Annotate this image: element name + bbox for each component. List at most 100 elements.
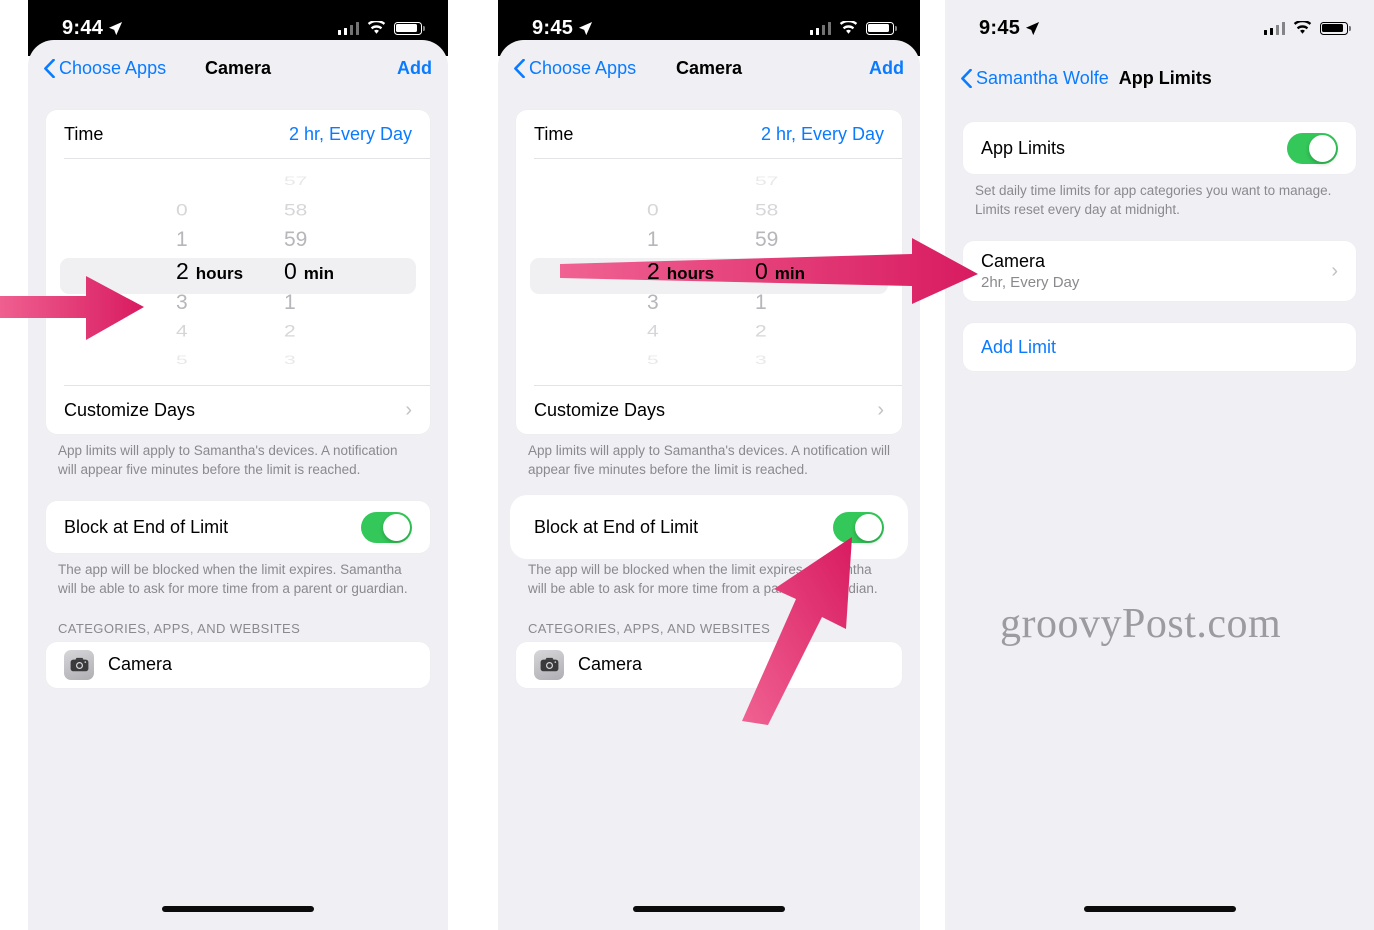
screenshot-stage: 9:44 Choose Apps Camera Add Time 2 hr, E… [0,0,1374,930]
wheel-item: 4 [647,322,659,341]
time-row-1[interactable]: Time 2 hr, Every Day [46,110,430,158]
wheel-item: 0 [647,201,659,220]
customize-days-label: Customize Days [534,399,666,420]
camera-glyph-icon [70,657,88,672]
chevron-right-icon: › [877,399,884,421]
status-time-label: 9:44 [62,16,104,39]
block-card-1: Block at End of Limit [46,501,430,554]
chevron-left-icon [514,58,525,78]
customize-days-label: Customize Days [64,399,196,420]
back-button-choose-apps[interactable]: Choose Apps [44,58,166,79]
wheel-item: 58 [284,201,308,220]
minutes-wheel-2[interactable]: 57 58 59 0 min 1 2 3 [709,167,817,375]
nav-bar-3: Samantha Wolfe App Limits [945,56,1374,100]
chevron-left-icon [44,58,55,78]
camera-app-icon [534,649,564,680]
apps-card-1: Camera [46,641,430,688]
section-header-2: CATEGORIES, APPS, AND WEBSITES [528,620,771,636]
limits-footnote-2: App limits will apply to Samantha's devi… [528,443,890,477]
wheel-item: 3 [647,291,659,314]
wheel-item [601,174,709,190]
hours-selected-value: 2 hours [176,258,244,284]
status-bar-3: 9:45 [945,0,1374,56]
wheel-item: 2 [755,322,767,341]
camera-limit-row-3[interactable]: Camera 2hr, Every Day › [963,241,1356,301]
hours-wheel-2[interactable]: 0 1 2 hours 3 4 5 [601,167,715,375]
wheel-item: 3 [176,291,188,314]
status-icons-3 [1263,21,1351,35]
apps-card-2: Camera [516,641,902,688]
add-limit-row-3[interactable]: Add Limit [963,323,1356,371]
hours-selected-value: 2 hours [647,258,715,284]
wifi-icon [367,21,386,34]
wheel-item: 1 [284,291,296,314]
customize-days-row-1[interactable]: Customize Days › [46,386,430,434]
status-time-2: 9:45 [532,17,593,40]
status-time-3: 9:45 [979,17,1040,40]
time-wheel-picker-1[interactable]: 0 1 2 hours 3 4 5 57 58 59 0 min 1 2 3 [46,159,430,385]
camera-glyph-icon [540,657,558,672]
block-at-end-toggle-2[interactable] [833,511,884,543]
battery-icon [866,21,897,35]
add-button-1[interactable]: Add [397,58,432,79]
phone-screenshot-2: 9:45 Choose Apps Camera Add Time 2 hr, E… [498,0,920,930]
minutes-wheel-1[interactable]: 57 58 59 0 min 1 2 3 [238,167,346,375]
watermark: groovyPost.com [1000,601,1282,647]
block-at-end-toggle-1[interactable] [361,511,412,543]
wheel-item: 59 [755,228,779,251]
back-button-choose-apps[interactable]: Choose Apps [514,58,636,79]
cellular-bars-icon [1263,21,1285,35]
wheel-item: 4 [176,322,188,341]
cellular-bars-icon [809,21,831,35]
app-limits-card-3: App Limits [963,122,1356,174]
app-row-camera-2[interactable]: Camera [516,642,902,688]
block-footnote-2: The app will be blocked when the limit e… [528,562,878,596]
time-card-1: Time 2 hr, Every Day 0 1 2 hours 3 4 5 5… [46,110,430,434]
chevron-right-icon: › [405,399,412,421]
battery-icon [1320,21,1351,35]
wheel-item: 3 [284,354,296,367]
app-limits-footnote-3: Set daily time limits for app categories… [975,183,1332,217]
status-time-1: 9:44 [62,17,123,40]
app-limits-row-3[interactable]: App Limits [963,122,1356,174]
cellular-bars-icon [337,21,359,35]
customize-days-row-2[interactable]: Customize Days › [516,386,902,434]
app-screen-1: Choose Apps Camera Add Time 2 hr, Every … [28,40,448,930]
block-at-end-label: Block at End of Limit [534,516,699,537]
toggle-knob [855,513,882,541]
wheel-item: 5 [176,354,188,367]
app-limits-toggle-3[interactable] [1287,132,1338,164]
hours-wheel-1[interactable]: 0 1 2 hours 3 4 5 [130,167,244,375]
time-card-2: Time 2 hr, Every Day 0 1 2 hours 3 4 5 5… [516,110,902,434]
wheel-item: 1 [647,228,659,251]
app-row-camera-1[interactable]: Camera [46,642,430,688]
block-at-end-row-1[interactable]: Block at End of Limit [46,501,430,553]
add-button-2[interactable]: Add [869,58,904,79]
location-arrow-icon [109,21,123,35]
picker-columns-2: 0 1 2 hours 3 4 5 57 58 59 0 min 1 2 3 [516,167,902,375]
toggle-knob [383,513,410,541]
chevron-right-icon: › [1331,260,1338,283]
block-card-2: Block at End of Limit [516,501,902,554]
home-indicator-2 [633,906,785,912]
app-row-label: Camera [108,654,173,674]
back-button-label: Samantha Wolfe [976,67,1109,88]
phone-screenshot-3: 9:45 Samantha Wolfe App Limits App Limit… [945,0,1374,930]
picker-columns-1: 0 1 2 hours 3 4 5 57 58 59 0 min 1 2 3 [46,167,430,375]
time-wheel-picker-2[interactable]: 0 1 2 hours 3 4 5 57 58 59 0 min 1 2 3 [516,159,902,385]
location-arrow-icon [1026,21,1040,35]
limits-footnote-1: App limits will apply to Samantha's devi… [58,443,398,477]
back-button-samantha-wolfe[interactable]: Samantha Wolfe [961,68,1109,89]
toggle-knob [1309,134,1336,162]
add-limit-card-3: Add Limit [963,323,1356,372]
app-screen-2: Choose Apps Camera Add Time 2 hr, Every … [498,40,920,930]
time-row-label: Time [534,123,574,144]
phone-screenshot-1: 9:44 Choose Apps Camera Add Time 2 hr, E… [28,0,448,930]
time-row-2[interactable]: Time 2 hr, Every Day [516,110,902,158]
nav-bar-2: Choose Apps Camera Add [498,40,920,96]
wifi-icon [839,21,858,34]
block-at-end-row-2[interactable]: Block at End of Limit [516,501,902,553]
back-button-label: Choose Apps [529,57,637,78]
time-row-value: 2 hr, Every Day [760,123,884,144]
camera-limit-subtitle: 2hr, Every Day [981,274,1080,292]
